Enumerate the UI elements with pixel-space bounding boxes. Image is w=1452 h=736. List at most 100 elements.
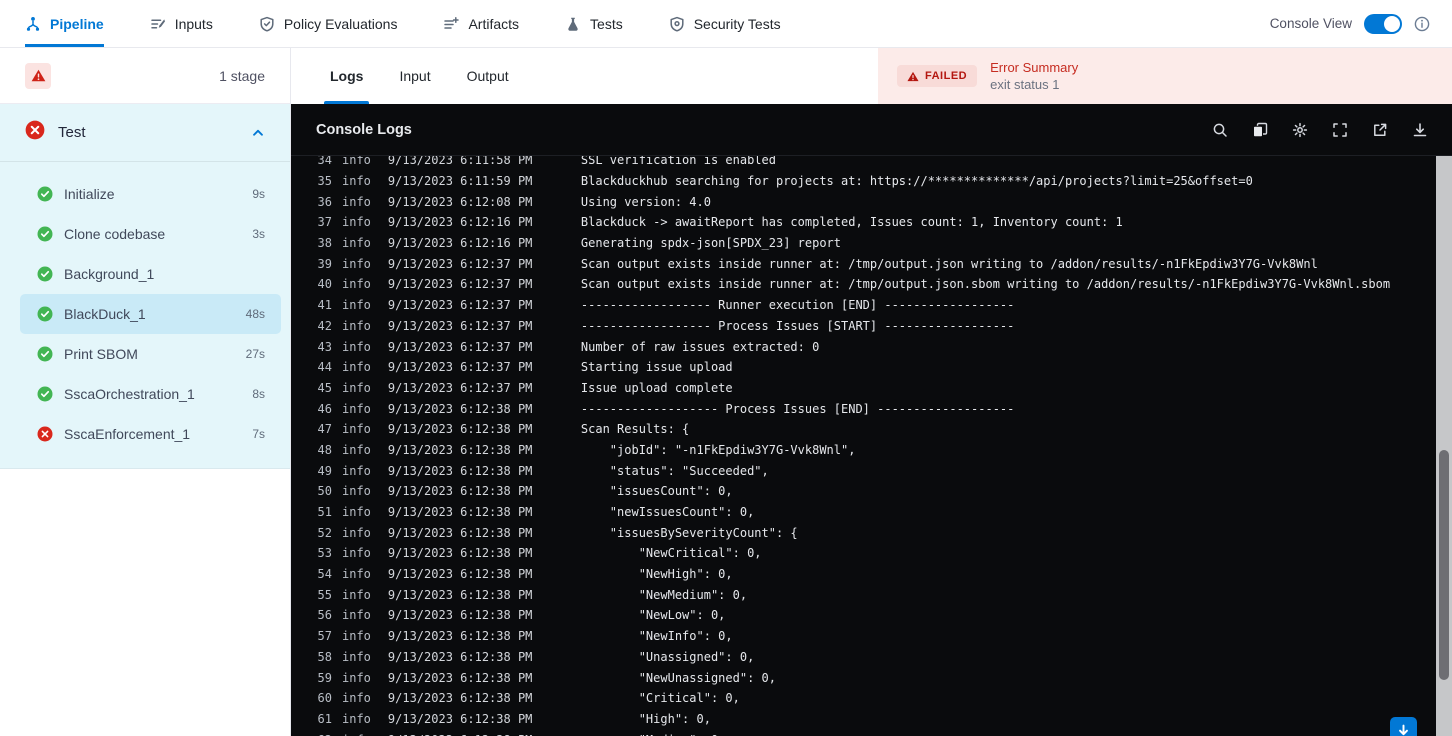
log-level: info	[342, 587, 371, 602]
pipeline-icon	[25, 16, 41, 32]
log-line: 45 info 9/13/2023 6:12:37 PM Issue uploa…	[291, 378, 1436, 399]
log-level: info	[342, 360, 371, 375]
log-timestamp: 9/13/2023 6:12:37 PM	[387, 256, 533, 271]
log-line: 46 info 9/13/2023 6:12:38 PM -----------…	[291, 398, 1436, 419]
log-line-number: 45	[317, 380, 332, 395]
log-message: Starting issue upload	[580, 360, 733, 375]
log-message: Number of raw issues extracted: 0	[580, 339, 820, 354]
copy-icon[interactable]	[1252, 122, 1268, 138]
chevron-up-icon[interactable]	[251, 126, 265, 140]
log-line-number: 62	[312, 733, 332, 736]
log-timestamp: 9/13/2023 6:12:38 PM	[387, 401, 533, 416]
tab-pipeline[interactable]: Pipeline	[25, 0, 104, 47]
log-level: info	[342, 380, 371, 395]
log-line-number: 54	[317, 567, 332, 582]
step-list: Initialize 9s Clone codebase 3s Backgrou…	[0, 162, 290, 468]
log-level: info	[342, 567, 371, 582]
settings-gear-icon[interactable]	[1292, 122, 1308, 138]
stage-count: 1 stage	[219, 67, 265, 84]
log-message: "NewInfo": 0,	[580, 629, 733, 644]
log-timestamp: 9/13/2023 6:12:16 PM	[387, 236, 533, 251]
step-item[interactable]: SscaEnforcement_1 7s	[20, 414, 281, 454]
log-line: 55 info 9/13/2023 6:12:38 PM "NewMedium"…	[291, 584, 1436, 605]
tab-artifacts[interactable]: Artifacts	[443, 0, 519, 47]
log-line: 41 info 9/13/2023 6:12:37 PM -----------…	[291, 295, 1436, 316]
step-item[interactable]: Initialize 9s	[20, 174, 281, 214]
log-message: Using version: 4.0	[580, 194, 711, 209]
artifacts-icon	[443, 16, 460, 32]
policy-shield-icon	[259, 16, 275, 32]
search-icon[interactable]	[1212, 122, 1228, 138]
log-timestamp: 9/13/2023 6:12:38 PM	[387, 711, 533, 726]
tab-label: Tests	[590, 15, 623, 32]
log-line: 34 info 9/13/2023 6:11:58 PM SSL verific…	[291, 156, 1436, 171]
log-level: info	[342, 691, 371, 706]
stage-failed-icon	[25, 120, 45, 145]
tab-input[interactable]: Input	[399, 48, 430, 104]
tab-label: Pipeline	[50, 15, 104, 32]
step-item[interactable]: Clone codebase 3s	[20, 214, 281, 254]
log-message: "issuesCount": 0,	[580, 484, 733, 499]
log-line: 44 info 9/13/2023 6:12:37 PM Starting is…	[291, 357, 1436, 378]
tab-label: Policy Evaluations	[283, 15, 398, 32]
log-line-number: 58	[317, 649, 332, 664]
log-line-number: 38	[317, 236, 332, 251]
console-view-toggle[interactable]	[1364, 13, 1402, 34]
tab-security-tests[interactable]: Security Tests	[669, 0, 781, 47]
log-timestamp: 9/13/2023 6:11:58 PM	[387, 156, 533, 168]
info-icon[interactable]	[1414, 16, 1430, 32]
tab-tests[interactable]: Tests	[565, 0, 623, 47]
sidebar-header: 1 stage	[0, 48, 290, 104]
stage-item-test[interactable]: Test	[0, 104, 290, 162]
log-line-number: 57	[317, 629, 332, 644]
console-scrollbar[interactable]	[1436, 156, 1452, 736]
step-success-icon	[37, 186, 53, 202]
step-item[interactable]: BlackDuck_1 48s	[20, 294, 281, 334]
step-name: Print SBOM	[64, 346, 138, 362]
log-timestamp: 9/13/2023 6:12:08 PM	[387, 194, 533, 209]
step-item[interactable]: SscaOrchestration_1 8s	[20, 374, 281, 414]
log-line-number: 43	[317, 339, 332, 354]
step-success-icon	[37, 346, 53, 362]
log-line: 56 info 9/13/2023 6:12:38 PM "NewLow": 0…	[291, 605, 1436, 626]
log-timestamp: 9/13/2023 6:12:37 PM	[387, 339, 533, 354]
detail-top-bar: Logs Input Output FAILED Error Summary e…	[291, 48, 1452, 104]
main-area: 1 stage Test Initialize 9s Clone codebas…	[0, 48, 1452, 736]
step-item[interactable]: Print SBOM 27s	[20, 334, 281, 374]
log-level: info	[342, 156, 371, 168]
scrollbar-thumb[interactable]	[1439, 450, 1449, 680]
log-level: info	[342, 174, 371, 189]
log-timestamp: 9/13/2023 6:12:38 PM	[387, 629, 533, 644]
log-message: "issuesBySeverityCount": {	[580, 525, 798, 540]
open-in-new-icon[interactable]	[1372, 122, 1388, 138]
log-level: info	[342, 277, 371, 292]
failed-badge-label: FAILED	[925, 70, 968, 82]
log-line: 39 info 9/13/2023 6:12:37 PM Scan output…	[291, 253, 1436, 274]
tab-output[interactable]: Output	[467, 48, 509, 104]
log-level: info	[342, 463, 371, 478]
log-level: info	[342, 298, 371, 313]
error-summary-title[interactable]: Error Summary	[990, 60, 1078, 75]
scroll-to-bottom-button[interactable]	[1390, 717, 1417, 736]
tab-logs[interactable]: Logs	[323, 48, 370, 104]
log-timestamp: 9/13/2023 6:12:38 PM	[387, 546, 533, 561]
tab-label: Artifacts	[468, 15, 520, 32]
step-name: SscaOrchestration_1	[64, 386, 195, 402]
log-line: 49 info 9/13/2023 6:12:38 PM "status": "…	[291, 460, 1436, 481]
log-timestamp: 9/13/2023 6:12:38 PM	[387, 484, 533, 499]
step-success-icon	[37, 386, 53, 402]
log-message: ------------------ Runner execution [END…	[580, 298, 1015, 313]
log-timestamp: 9/13/2023 6:12:38 PM	[387, 463, 533, 478]
tab-inputs[interactable]: Inputs	[150, 0, 213, 47]
console-header: Console Logs	[291, 104, 1452, 156]
log-level: info	[342, 711, 371, 726]
step-item[interactable]: Background_1	[20, 254, 281, 294]
download-icon[interactable]	[1412, 122, 1428, 138]
log-timestamp: 9/13/2023 6:12:37 PM	[387, 277, 533, 292]
log-line: 52 info 9/13/2023 6:12:38 PM "issuesBySe…	[291, 522, 1436, 543]
tab-policy-evaluations[interactable]: Policy Evaluations	[259, 0, 398, 47]
step-failed-icon	[37, 426, 53, 442]
log-line-number: 36	[317, 194, 332, 209]
fullscreen-icon[interactable]	[1332, 122, 1348, 138]
log-timestamp: 9/13/2023 6:12:16 PM	[387, 215, 533, 230]
